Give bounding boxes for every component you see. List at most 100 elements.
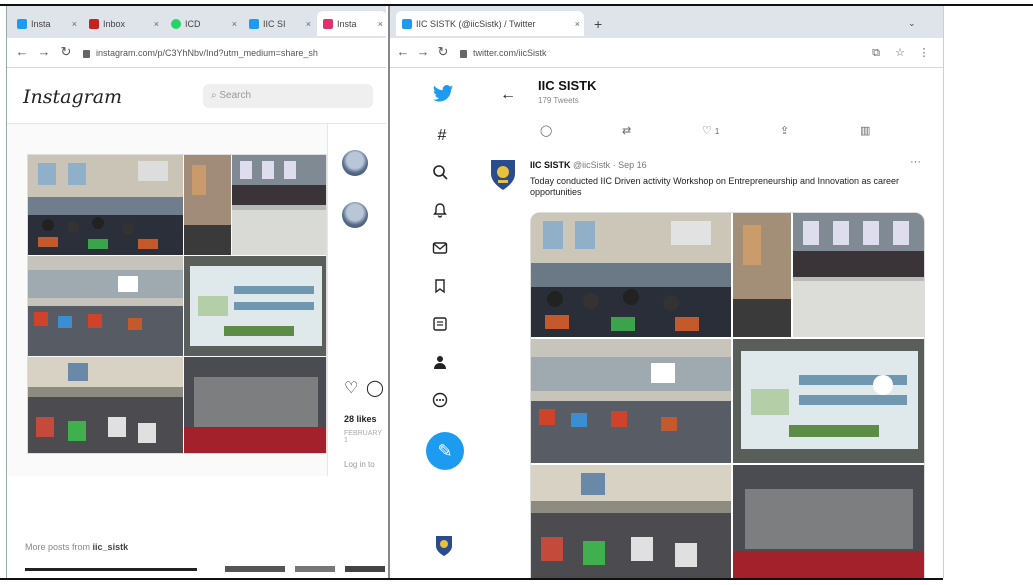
twitter-sidebar-nav: # ✎ (390, 68, 500, 578)
close-icon[interactable]: × (232, 19, 237, 29)
tweet-photo-7 (733, 465, 924, 578)
profile-name: IIC SISTK (538, 78, 597, 93)
bottom-border (0, 578, 943, 580)
instagram-header: Instagram ⌕ Search (7, 68, 386, 124)
messages-icon[interactable] (432, 240, 452, 260)
reply-icon[interactable]: ◯ (540, 124, 552, 137)
tab-label: Inbox (103, 18, 126, 29)
tweet-photo-3 (793, 213, 924, 337)
collage-photo-1 (28, 155, 183, 255)
avatar[interactable] (486, 158, 520, 192)
tab-label: IIC SI (263, 18, 286, 29)
analytics-icon[interactable]: ▥ (860, 124, 870, 137)
collage-photo-3 (232, 155, 326, 255)
menu-icon[interactable]: ⋮ (918, 47, 930, 59)
notifications-bell-icon[interactable] (432, 202, 452, 222)
tab-4[interactable]: Insta × (317, 11, 386, 36)
back-icon[interactable]: ← (396, 45, 410, 59)
reload-icon[interactable]: ↻ (59, 45, 73, 59)
twitter-bird-icon[interactable] (432, 84, 454, 104)
collage-photo-6 (28, 357, 183, 453)
comment-icon[interactable]: ◯ (366, 378, 384, 398)
url-text: instagram.com/p/C3YhNbv/Ind?utm_medium=s… (96, 48, 318, 58)
retweet-icon[interactable]: ⇄ (622, 124, 631, 137)
share-icon[interactable]: ⇪ (780, 124, 789, 137)
forward-icon[interactable]: → (37, 45, 51, 59)
tweet-count: 179 Tweets (538, 96, 579, 105)
right-border (943, 6, 944, 578)
reload-icon[interactable]: ↻ (436, 45, 450, 59)
close-icon[interactable]: × (306, 19, 311, 29)
compose-tweet-button[interactable]: ✎ (426, 432, 464, 470)
avatar[interactable] (342, 202, 368, 228)
tweet-photo-4 (531, 339, 731, 463)
url-text: twitter.com/iicSistk (473, 48, 547, 58)
url-field[interactable]: twitter.com/iicSistk (460, 46, 760, 61)
instagram-post: ♡ ◯ 28 likes FEBRUARY 1 Log in to (7, 124, 386, 476)
tweet-photo-collage[interactable] (530, 212, 925, 578)
instagram-logo[interactable]: Instagram (23, 86, 122, 108)
bookmark-icon[interactable] (432, 278, 452, 298)
gmail-icon (89, 18, 99, 29)
account-avatar[interactable] (432, 534, 456, 558)
tab-strip: Insta × Inbox × ICD × IIC SI × Insta × (7, 6, 386, 38)
tweet-action-bar: ◯ ⇄ ♡ 1 ⇪ ▥ (530, 124, 930, 138)
tweet-author: IIC SISTK @iicSistk · Sep 16 (530, 160, 647, 170)
more-posts-prefix: More posts from (25, 542, 91, 552)
url-field[interactable]: instagram.com/p/C3YhNbv/Ind?utm_medium=s… (83, 46, 383, 61)
close-icon[interactable]: × (154, 19, 159, 29)
chevron-down-icon: ⌄ (908, 18, 916, 28)
search-input[interactable]: ⌕ Search (203, 84, 373, 108)
lists-icon[interactable] (432, 316, 452, 336)
twitter-icon (249, 18, 259, 29)
explore-icon[interactable]: # (432, 126, 452, 146)
heart-icon[interactable]: ♡ (344, 378, 358, 398)
tab-2[interactable]: ICD × (165, 11, 241, 36)
star-icon[interactable]: ☆ (894, 47, 906, 59)
back-arrow-icon[interactable]: ← (500, 86, 516, 104)
search-placeholder: Search (219, 90, 252, 101)
tweet-photo-5 (733, 339, 924, 463)
instagram-icon (323, 18, 333, 29)
tab-3[interactable]: IIC SI × (243, 11, 315, 36)
tab-label: ICD (185, 18, 201, 29)
close-icon[interactable]: × (378, 19, 383, 29)
tweet-photo-6 (531, 465, 731, 578)
twitter-icon (402, 18, 412, 29)
desktop-screen: Insta × Inbox × ICD × IIC SI × Insta × ←… (0, 0, 1033, 585)
share-icon[interactable]: ⧉ (870, 47, 882, 59)
tab-1[interactable]: Inbox × (83, 11, 163, 36)
twitter-icon (17, 18, 27, 29)
forward-icon[interactable]: → (416, 45, 430, 59)
more-options-icon[interactable] (432, 392, 452, 412)
close-icon[interactable]: × (575, 19, 580, 29)
lock-icon (460, 49, 467, 58)
more-icon[interactable]: ··· (910, 156, 921, 168)
collage-photo-2 (184, 155, 231, 255)
twitter-main-column: ← IIC SISTK 179 Tweets ◯ ⇄ ♡ 1 ⇪ ▥ IIC S… (491, 68, 943, 578)
more-posts-account[interactable]: iic_sistk (93, 542, 129, 552)
author-name[interactable]: IIC SISTK (530, 160, 571, 170)
post-photo-collage[interactable] (27, 154, 327, 454)
login-link[interactable]: Log in to (344, 460, 375, 469)
post-sidebar: ♡ ◯ 28 likes FEBRUARY 1 Log in to (327, 124, 386, 476)
plus-icon: + (594, 15, 603, 32)
tab-twitter[interactable]: IIC SISTK (@iicSistk) / Twitter × (396, 11, 584, 36)
tab-list-button[interactable]: ⌄ (902, 11, 928, 36)
collage-photo-5 (184, 256, 326, 356)
tweet-text: Today conducted IIC Driven activity Work… (530, 176, 900, 197)
whatsapp-icon (171, 18, 181, 29)
tab-0[interactable]: Insta × (11, 11, 81, 36)
feather-icon: ✎ (437, 441, 453, 461)
avatar[interactable] (342, 150, 368, 176)
back-icon[interactable]: ← (15, 45, 29, 59)
address-bar: ← → ↻ twitter.com/iicSistk ⧉ ☆ ⋮ (390, 38, 943, 68)
tab-label: Insta (31, 18, 51, 29)
new-tab-button[interactable]: + (588, 11, 610, 36)
likes-count[interactable]: 28 likes (344, 414, 377, 424)
search-icon[interactable] (432, 164, 452, 184)
post-date: FEBRUARY 1 (344, 430, 382, 444)
like-icon[interactable]: ♡ 1 (702, 124, 719, 137)
close-icon[interactable]: × (72, 19, 77, 29)
profile-icon[interactable] (432, 354, 452, 374)
